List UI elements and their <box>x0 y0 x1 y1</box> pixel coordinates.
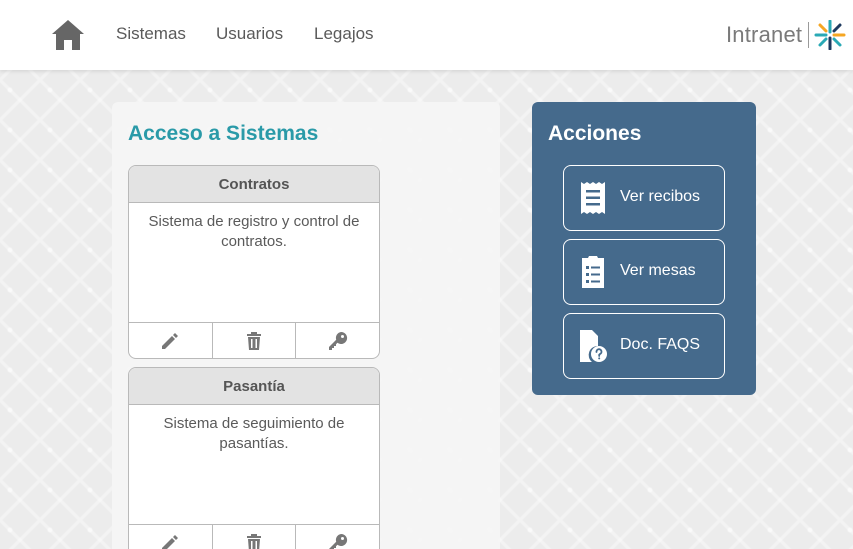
brand-name: Intranet <box>726 22 803 47</box>
actions-title: Acciones <box>548 122 642 145</box>
delete-button[interactable] <box>213 525 297 549</box>
delete-button[interactable] <box>213 323 297 358</box>
access-button[interactable] <box>296 323 379 358</box>
system-card-pasantia: Pasantía Sistema de seguimiento de pasan… <box>128 367 380 549</box>
card-actions <box>129 322 379 358</box>
pencil-icon <box>162 534 179 549</box>
trash-icon <box>247 331 261 350</box>
access-button[interactable] <box>296 525 379 549</box>
card-actions <box>129 524 379 549</box>
systems-title: Acceso a Sistemas <box>128 122 319 145</box>
asterisk-logo-icon <box>814 20 846 50</box>
ver-recibos-button[interactable]: Ver recibos <box>563 165 725 231</box>
trash-icon <box>247 533 261 549</box>
ver-mesas-button[interactable]: Ver mesas <box>563 239 725 305</box>
card-title: Contratos <box>129 166 379 203</box>
action-label: Ver mesas <box>620 262 696 279</box>
card-title: Pasantía <box>129 368 379 405</box>
doc-faqs-button[interactable]: Doc. FAQS <box>563 313 725 379</box>
action-label: Ver recibos <box>620 188 701 205</box>
receipt-icon <box>581 182 605 214</box>
top-navbar: Sistemas Usuarios Legajos Intranet <box>0 0 853 70</box>
key-icon <box>328 331 347 350</box>
home-icon[interactable] <box>50 18 86 52</box>
card-description: Sistema de seguimiento de pasantías. <box>163 415 345 452</box>
nav-usuarios[interactable]: Usuarios <box>216 24 283 44</box>
nav-legajos[interactable]: Legajos <box>314 24 374 44</box>
system-card-contratos: Contratos Sistema de registro y control … <box>128 165 380 359</box>
card-description: Sistema de registro y control de contrat… <box>148 213 360 250</box>
brand-divider <box>808 22 809 48</box>
key-icon <box>328 533 347 549</box>
systems-panel: Acceso a Sistemas Contratos Sistema de r… <box>112 102 500 549</box>
nav-sistemas[interactable]: Sistemas <box>116 24 186 44</box>
pencil-icon <box>162 332 179 349</box>
actions-panel: Acciones Ver recibos Ver mesas Doc. FAQS <box>532 102 756 395</box>
action-label: Doc. FAQS <box>620 336 701 353</box>
edit-button[interactable] <box>129 525 213 549</box>
file-question-icon <box>580 330 607 362</box>
edit-button[interactable] <box>129 323 213 358</box>
clipboard-list-icon <box>582 256 604 288</box>
